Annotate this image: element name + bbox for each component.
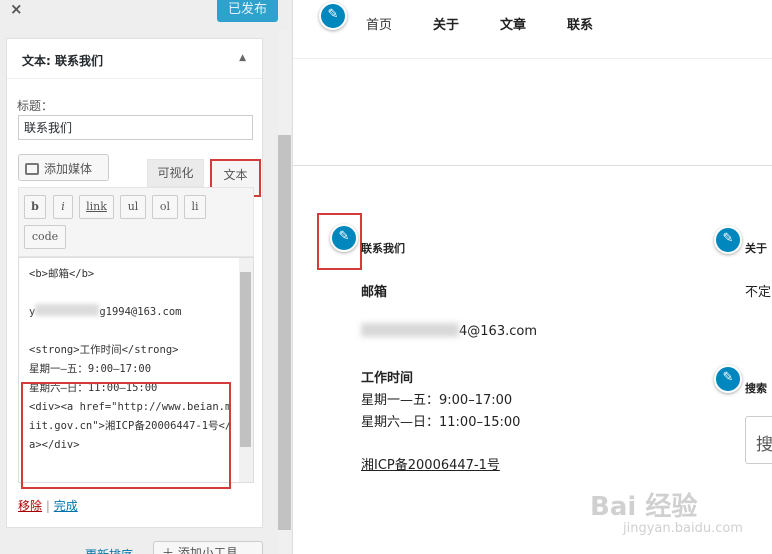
- code-line: y g1994@163.com: [29, 303, 234, 322]
- search-input[interactable]: 搜: [745, 416, 772, 464]
- reorder-link[interactable]: 更新排序: [85, 546, 133, 554]
- quicktag-italic-button[interactable]: i: [53, 195, 73, 219]
- watermark-url: jingyan.baidu.com: [623, 521, 743, 536]
- done-link[interactable]: 完成: [54, 499, 78, 513]
- tab-visual[interactable]: 可视化: [147, 159, 204, 187]
- watermark-logo: Bai 经验: [590, 492, 698, 522]
- divider: [293, 58, 772, 59]
- about-text: 不定: [745, 285, 772, 300]
- edit-menu-pencil-icon[interactable]: ✎: [319, 2, 347, 30]
- quicktag-ol-button[interactable]: ol: [152, 195, 178, 219]
- quicktag-bold-button[interactable]: b: [24, 195, 46, 219]
- close-icon[interactable]: ×: [10, 0, 23, 18]
- edit-search-pencil-icon[interactable]: ✎: [714, 365, 742, 393]
- code-line: 星期一—五：9:00–17:00: [29, 363, 152, 375]
- nav-about[interactable]: 关于: [433, 14, 459, 33]
- redacted-email-blur: [361, 323, 459, 337]
- icp-link[interactable]: 湘ICP备20006447-1号: [361, 454, 500, 473]
- title-input[interactable]: [18, 115, 253, 140]
- email-suffix: g1994@163.com: [99, 306, 182, 318]
- divider: [293, 165, 772, 166]
- add-widget-button[interactable]: ＋ 添加小工具: [153, 541, 263, 554]
- customizer-panel: × 已发布 文本: 联系我们 ▲ 标题： 添加媒体 可视化 文本 b i lin…: [0, 0, 293, 554]
- widget-header[interactable]: 文本: 联系我们 ▲: [7, 39, 262, 79]
- hours-weekend: 星期六—日：11:00–15:00: [361, 415, 521, 430]
- remove-link[interactable]: 移除: [18, 499, 42, 513]
- code-line: <strong>工作时间</strong>: [29, 344, 179, 356]
- quicktag-link-button[interactable]: link: [79, 195, 114, 219]
- nav-home[interactable]: 首页: [366, 14, 392, 33]
- collapse-arrow-icon[interactable]: ▲: [239, 53, 246, 63]
- nav-contact[interactable]: 联系: [567, 14, 593, 33]
- panel-scroll-thumb[interactable]: [278, 135, 291, 530]
- about-widget-title: 关于: [745, 242, 767, 255]
- search-widget-title: 搜索: [745, 382, 767, 395]
- publish-button[interactable]: 已发布: [217, 0, 278, 22]
- quicktag-li-button[interactable]: li: [184, 195, 206, 219]
- title-label: 标题：: [17, 99, 54, 113]
- code-line: <b>邮箱</b>: [29, 268, 95, 280]
- site-preview: ✎ 首页 关于 文章 联系 ✎ 联系我们 邮箱 4@163.com 工作时间 星…: [293, 0, 772, 554]
- separator: |: [45, 499, 50, 513]
- widget-actions: 移除 | 完成: [18, 497, 78, 514]
- redacted-email-blur: [35, 304, 100, 316]
- media-icon: [25, 163, 39, 175]
- quicktag-code-button[interactable]: code: [24, 225, 66, 249]
- edit-about-pencil-icon[interactable]: ✎: [714, 226, 742, 254]
- highlight-box-code: [21, 382, 231, 489]
- hours-weekday: 星期一—五：9:00–17:00: [361, 393, 513, 408]
- textarea-scroll-thumb[interactable]: [240, 272, 251, 447]
- quicktag-ul-button[interactable]: ul: [120, 195, 146, 219]
- contact-widget-title: 联系我们: [361, 242, 405, 255]
- email-label: 邮箱: [361, 285, 388, 300]
- widget-title: 文本: 联系我们: [22, 54, 103, 68]
- nav-articles[interactable]: 文章: [500, 14, 526, 33]
- highlight-box-pencil: [317, 213, 362, 270]
- add-media-label: 添加媒体: [44, 162, 93, 176]
- add-media-button[interactable]: 添加媒体: [18, 154, 109, 181]
- email-suffix: 4@163.com: [459, 324, 537, 339]
- quicktags-toolbar: b i link ul ol li code: [18, 187, 254, 257]
- email-value: 4@163.com: [361, 323, 537, 339]
- hours-label: 工作时间: [361, 371, 414, 386]
